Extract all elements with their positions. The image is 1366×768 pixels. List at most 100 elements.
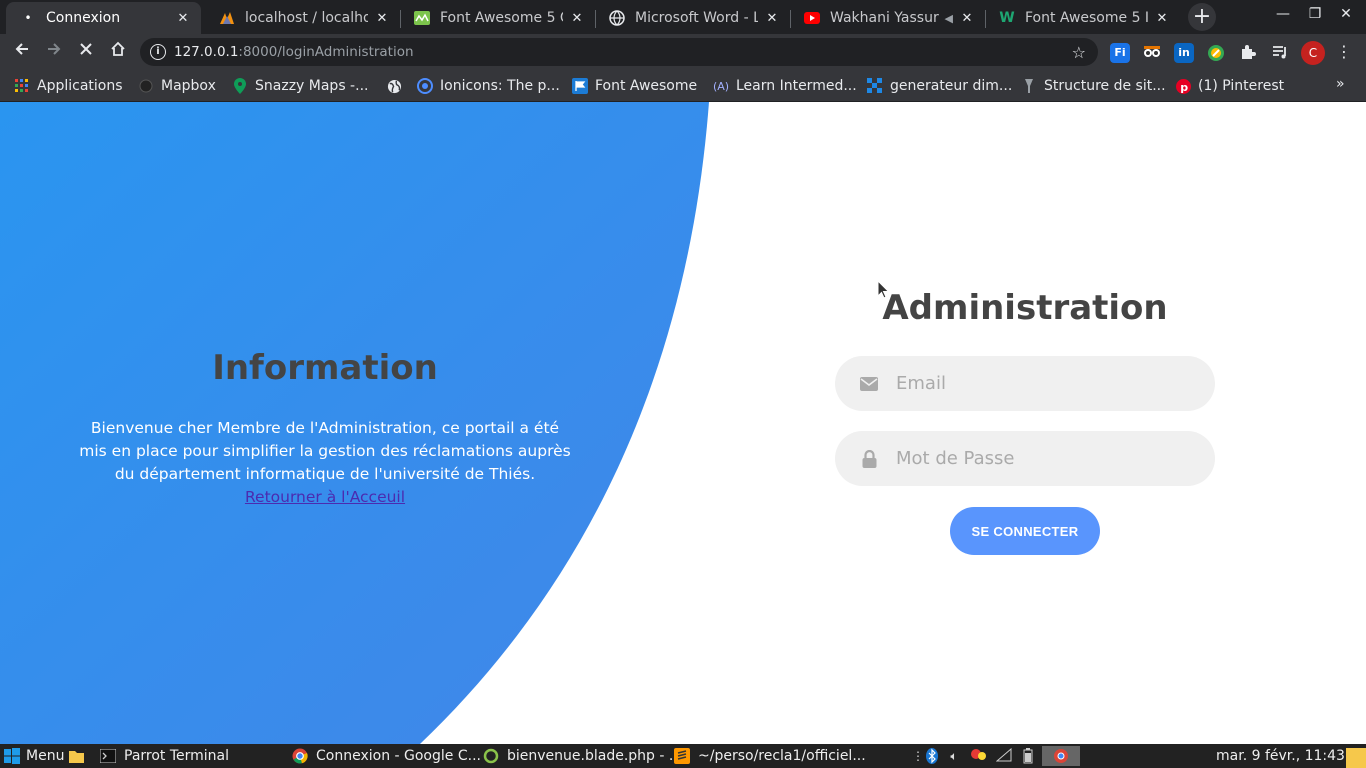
stop-loading-button[interactable] bbox=[74, 40, 98, 64]
url-path: :8000/loginAdministration bbox=[238, 44, 414, 60]
taskbar-app-terminal[interactable]: Parrot Terminal bbox=[100, 744, 229, 768]
bookmark-learn[interactable]: (A) Learn Intermed... bbox=[713, 70, 857, 102]
mouse-cursor-icon bbox=[877, 280, 890, 299]
bookmarks-bar: Applications Mapbox Snazzy Maps -... Ion… bbox=[0, 70, 1366, 102]
os-taskbar: Menu Parrot Terminal Connexion - Google … bbox=[0, 744, 1366, 768]
bookmark-label: Structure de sit... bbox=[1044, 78, 1166, 94]
lock-icon bbox=[859, 449, 879, 469]
w-icon: W bbox=[999, 10, 1015, 26]
structure-icon bbox=[1021, 78, 1037, 94]
bookmark-applications[interactable]: Applications bbox=[14, 70, 123, 102]
close-icon[interactable]: ✕ bbox=[569, 11, 585, 26]
pinterest-icon: p bbox=[1175, 78, 1191, 94]
envelope-icon bbox=[859, 374, 879, 394]
bookmark-label: generateur dim... bbox=[890, 78, 1013, 94]
bookmark-label: Ionicons: The p... bbox=[440, 78, 560, 94]
notification-icon[interactable] bbox=[970, 748, 986, 764]
chrome-icon bbox=[292, 748, 308, 764]
site-info-icon[interactable]: i bbox=[150, 44, 166, 60]
tab-connexion[interactable]: • Connexion ✕ bbox=[6, 2, 201, 34]
password-field[interactable] bbox=[835, 431, 1215, 486]
forward-button[interactable] bbox=[42, 40, 66, 64]
speaker-muted-icon[interactable]: ◀︎ bbox=[945, 12, 953, 25]
close-window-icon[interactable]: ✕ bbox=[1336, 6, 1356, 22]
tab-phpmyadmin[interactable]: localhost / localhost ✕ bbox=[205, 2, 400, 34]
system-clock[interactable]: mar. 9 févr., 11:43 bbox=[1216, 744, 1345, 768]
start-menu-button[interactable]: Menu bbox=[4, 744, 64, 768]
bookmark-snazzy-maps[interactable]: Snazzy Maps -... bbox=[232, 70, 368, 102]
extension-compass-icon[interactable] bbox=[1206, 43, 1226, 63]
password-input[interactable] bbox=[896, 448, 1186, 469]
tab-title: localhost / localhost bbox=[245, 10, 368, 26]
menu-label: Menu bbox=[26, 748, 65, 764]
login-page: Information Bienvenue cher Membre de l'A… bbox=[0, 102, 1366, 744]
bluetooth-icon[interactable] bbox=[924, 748, 940, 764]
bookmarks-overflow-button[interactable]: » bbox=[1336, 76, 1345, 92]
bookmark-font-awesome[interactable]: Font Awesome bbox=[572, 70, 697, 102]
extension-linkedin-icon[interactable]: in bbox=[1174, 43, 1194, 63]
address-bar[interactable]: i 127.0.0.1:8000/loginAdministration ☆ bbox=[140, 38, 1098, 66]
back-home-container: Retourner à l'Acceuil bbox=[0, 487, 650, 506]
taskbar-app-sublime[interactable]: ~/perso/recla1/officiel... bbox=[674, 744, 866, 768]
active-window-indicator[interactable] bbox=[1042, 746, 1080, 766]
email-input[interactable] bbox=[896, 373, 1186, 394]
folder-icon bbox=[68, 748, 84, 764]
bookmark-label: Font Awesome bbox=[595, 78, 698, 94]
bookmark-label: Mapbox bbox=[161, 78, 216, 94]
tab-fa-intro[interactable]: W Font Awesome 5 In ✕ bbox=[985, 2, 1180, 34]
administration-title: Administration bbox=[882, 288, 1168, 328]
url-text: 127.0.0.1:8000/loginAdministration bbox=[174, 44, 1072, 60]
close-icon[interactable]: ✕ bbox=[1154, 11, 1170, 26]
back-home-link[interactable]: Retourner à l'Acceuil bbox=[245, 488, 405, 506]
browser-menu-icon[interactable]: ⋮ bbox=[1332, 40, 1356, 64]
bookmark-star-icon[interactable]: ☆ bbox=[1072, 43, 1086, 62]
login-button[interactable]: SE CONNECTER bbox=[950, 507, 1100, 555]
bookmark-structure[interactable]: Structure de sit... bbox=[1021, 70, 1166, 102]
terminal-icon bbox=[100, 748, 116, 764]
globe-icon bbox=[386, 78, 402, 94]
taskbar-app-label: bienvenue.blade.php - ... bbox=[507, 748, 683, 764]
close-icon[interactable]: ✕ bbox=[959, 11, 975, 26]
close-icon[interactable]: ✕ bbox=[175, 11, 191, 26]
bookmark-ionicons[interactable]: Ionicons: The p... bbox=[417, 70, 560, 102]
back-button[interactable] bbox=[10, 40, 34, 64]
bookmark-globe[interactable] bbox=[386, 70, 409, 102]
tab-title: Microsoft Word - LI bbox=[635, 10, 758, 26]
editor-icon bbox=[483, 748, 499, 764]
apps-grid-icon bbox=[14, 78, 30, 94]
svg-text:p: p bbox=[1180, 81, 1188, 94]
extension-eyes-icon[interactable] bbox=[1142, 43, 1162, 63]
flag-icon bbox=[572, 78, 588, 94]
close-icon[interactable]: ✕ bbox=[374, 11, 390, 26]
close-icon[interactable]: ✕ bbox=[764, 11, 780, 26]
taskbar-app-chrome[interactable]: Connexion - Google C... bbox=[292, 744, 481, 768]
email-field[interactable] bbox=[835, 356, 1215, 411]
network-icon[interactable] bbox=[995, 747, 1012, 764]
volume-icon[interactable]: 🔈︎ bbox=[946, 748, 962, 764]
new-tab-button[interactable]: + bbox=[1188, 3, 1216, 31]
extensions-puzzle-icon[interactable] bbox=[1238, 43, 1258, 63]
mapbox-icon bbox=[138, 78, 154, 94]
tab-youtube[interactable]: Wakhani Yassur ◀︎ ✕ bbox=[790, 2, 985, 34]
bookmark-pinterest[interactable]: p (1) Pinterest bbox=[1175, 70, 1284, 102]
globe-icon bbox=[609, 10, 625, 26]
tab-fa-cheatsheet[interactable]: Font Awesome 5 Ch ✕ bbox=[400, 2, 595, 34]
bookmark-label: Snazzy Maps -... bbox=[255, 78, 369, 94]
media-queue-icon[interactable] bbox=[1270, 43, 1290, 63]
home-button[interactable] bbox=[106, 40, 130, 64]
phpmyadmin-icon bbox=[219, 10, 235, 26]
tab-word-doc[interactable]: Microsoft Word - LI ✕ bbox=[595, 2, 790, 34]
taskbar-app-editor[interactable]: bienvenue.blade.php - ... bbox=[483, 744, 682, 768]
sublime-icon bbox=[674, 748, 690, 764]
bookmark-generateur[interactable]: generateur dim... bbox=[867, 70, 1012, 102]
minimize-icon[interactable]: — bbox=[1273, 6, 1293, 22]
show-desktop-button[interactable] bbox=[1346, 748, 1366, 768]
battery-icon[interactable] bbox=[1020, 748, 1036, 764]
information-title: Information bbox=[212, 348, 438, 388]
welcome-message: Bienvenue cher Membre de l'Administratio… bbox=[79, 419, 571, 483]
bookmark-mapbox[interactable]: Mapbox bbox=[138, 70, 216, 102]
extension-fi-icon[interactable]: Fi bbox=[1110, 43, 1130, 63]
profile-avatar[interactable]: C bbox=[1301, 41, 1325, 65]
files-launcher[interactable] bbox=[68, 744, 92, 768]
restore-icon[interactable]: ❐ bbox=[1305, 6, 1325, 22]
